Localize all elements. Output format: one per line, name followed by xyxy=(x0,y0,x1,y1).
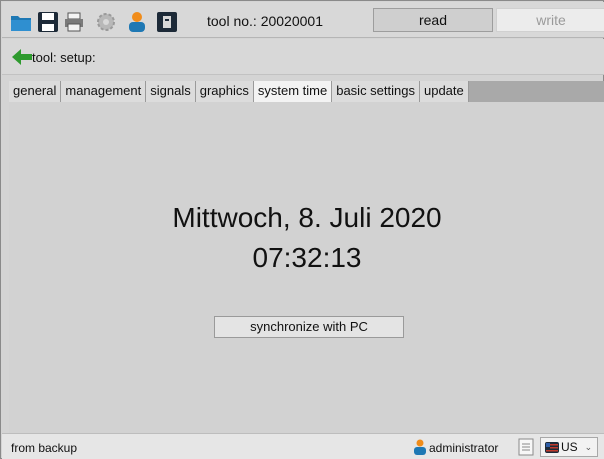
back-arrow-icon[interactable] xyxy=(11,47,33,67)
tab-update[interactable]: update xyxy=(419,81,469,102)
tool-number: tool no.: 20020001 xyxy=(207,13,323,29)
language-label: US xyxy=(561,440,578,454)
toolbar: tool no.: 20020001 read write xyxy=(2,2,604,38)
device-icon[interactable] xyxy=(156,11,178,33)
user-icon xyxy=(412,439,428,455)
folder-icon[interactable] xyxy=(10,11,32,33)
language-select[interactable]: US ⌄ xyxy=(540,437,598,457)
status-bar: from backup administrator US ⌄ xyxy=(2,433,604,459)
tab-bar: general management signals graphics syst… xyxy=(9,81,604,102)
settings-icon[interactable] xyxy=(95,11,117,33)
tab-system-time[interactable]: system time xyxy=(253,81,333,102)
write-button[interactable]: write xyxy=(496,8,604,32)
user-icon[interactable] xyxy=(126,11,148,33)
document-icon[interactable] xyxy=(518,438,534,456)
us-flag-icon xyxy=(545,441,559,453)
tab-general[interactable]: general xyxy=(9,81,62,102)
app-window: tool no.: 20020001 read write tool: setu… xyxy=(0,0,604,459)
read-button[interactable]: read xyxy=(373,8,493,32)
tab-basic-settings[interactable]: basic settings xyxy=(332,81,420,102)
chevron-down-icon: ⌄ xyxy=(584,441,593,452)
print-icon[interactable] xyxy=(63,11,85,33)
system-time-panel: Mittwoch, 8. Juli 2020 07:32:13 synchron… xyxy=(9,102,604,433)
breadcrumb-text: tool: setup: xyxy=(32,50,96,65)
user-name: administrator xyxy=(429,441,499,455)
time-display: 07:32:13 xyxy=(252,242,362,273)
tab-graphics[interactable]: graphics xyxy=(195,81,254,102)
save-icon[interactable] xyxy=(37,11,59,33)
date-display: Mittwoch, 8. Juli 2020 xyxy=(172,202,442,233)
breadcrumb: tool: setup: xyxy=(2,39,604,75)
tab-signals[interactable]: signals xyxy=(146,81,196,102)
tab-management[interactable]: management xyxy=(61,81,147,102)
status-text: from backup xyxy=(11,441,78,455)
synchronize-button[interactable]: synchronize with PC xyxy=(214,316,404,338)
